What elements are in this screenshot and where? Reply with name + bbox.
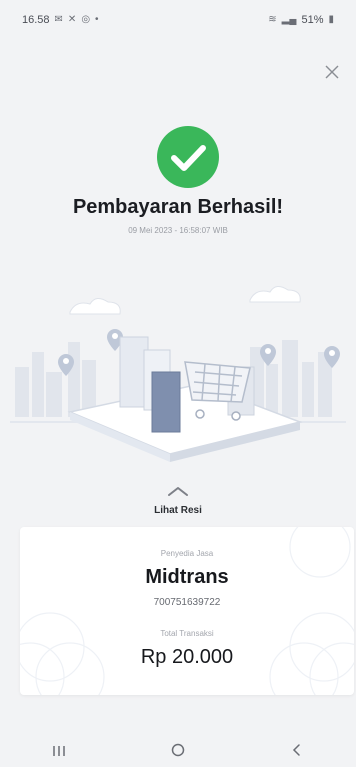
card-content: Penyedia Jasa Midtrans 700751639722 Tota…	[20, 527, 354, 695]
close-icon	[325, 65, 339, 79]
transaction-datetime: 09 Mei 2023 - 16:58:07 WIB	[128, 226, 228, 235]
transaction-card: Penyedia Jasa Midtrans 700751639722 Tota…	[20, 527, 354, 695]
back-icon	[292, 744, 300, 756]
reference-number: 700751639722	[153, 597, 221, 608]
close-button[interactable]	[320, 60, 344, 84]
provider-name: Midtrans	[145, 566, 229, 588]
total-label: Total Transaksi	[160, 629, 214, 638]
whatsapp-icon: ◎	[81, 14, 91, 25]
checkmark-circle-icon	[157, 126, 219, 188]
home-button[interactable]	[148, 743, 208, 762]
signal-icon: ▂▄	[281, 14, 297, 25]
battery-level: 51%	[301, 14, 324, 26]
transaction-amount: Rp 20.000	[140, 646, 234, 668]
gmail-icon: ✉	[54, 14, 63, 25]
battery-icon: ▮	[328, 14, 334, 25]
status-time: 16.58	[22, 14, 50, 26]
status-right: ≋ ▂▄ 51% ▮	[268, 14, 334, 26]
chevron-up-icon[interactable]	[166, 484, 190, 498]
view-receipt-link[interactable]: Lihat Resi	[0, 505, 356, 516]
recent-apps-button[interactable]	[29, 744, 89, 762]
provider-label: Penyedia Jasa	[160, 549, 214, 558]
status-left: 16.58 ✉ ✕ ◎ •	[22, 14, 99, 26]
wifi-icon: ≋	[268, 14, 277, 25]
status-bar: 16.58 ✉ ✕ ◎ • ≋ ▂▄ 51% ▮	[0, 0, 356, 40]
navigation-bar	[0, 738, 356, 767]
more-notifications-icon: •	[95, 14, 99, 25]
home-icon	[171, 743, 185, 757]
missed-call-icon: ✕	[67, 14, 77, 25]
back-button[interactable]	[267, 743, 327, 762]
shopping-illustration	[10, 286, 346, 462]
page-title: Pembayaran Berhasil!	[72, 196, 284, 218]
recent-apps-icon	[53, 745, 66, 756]
